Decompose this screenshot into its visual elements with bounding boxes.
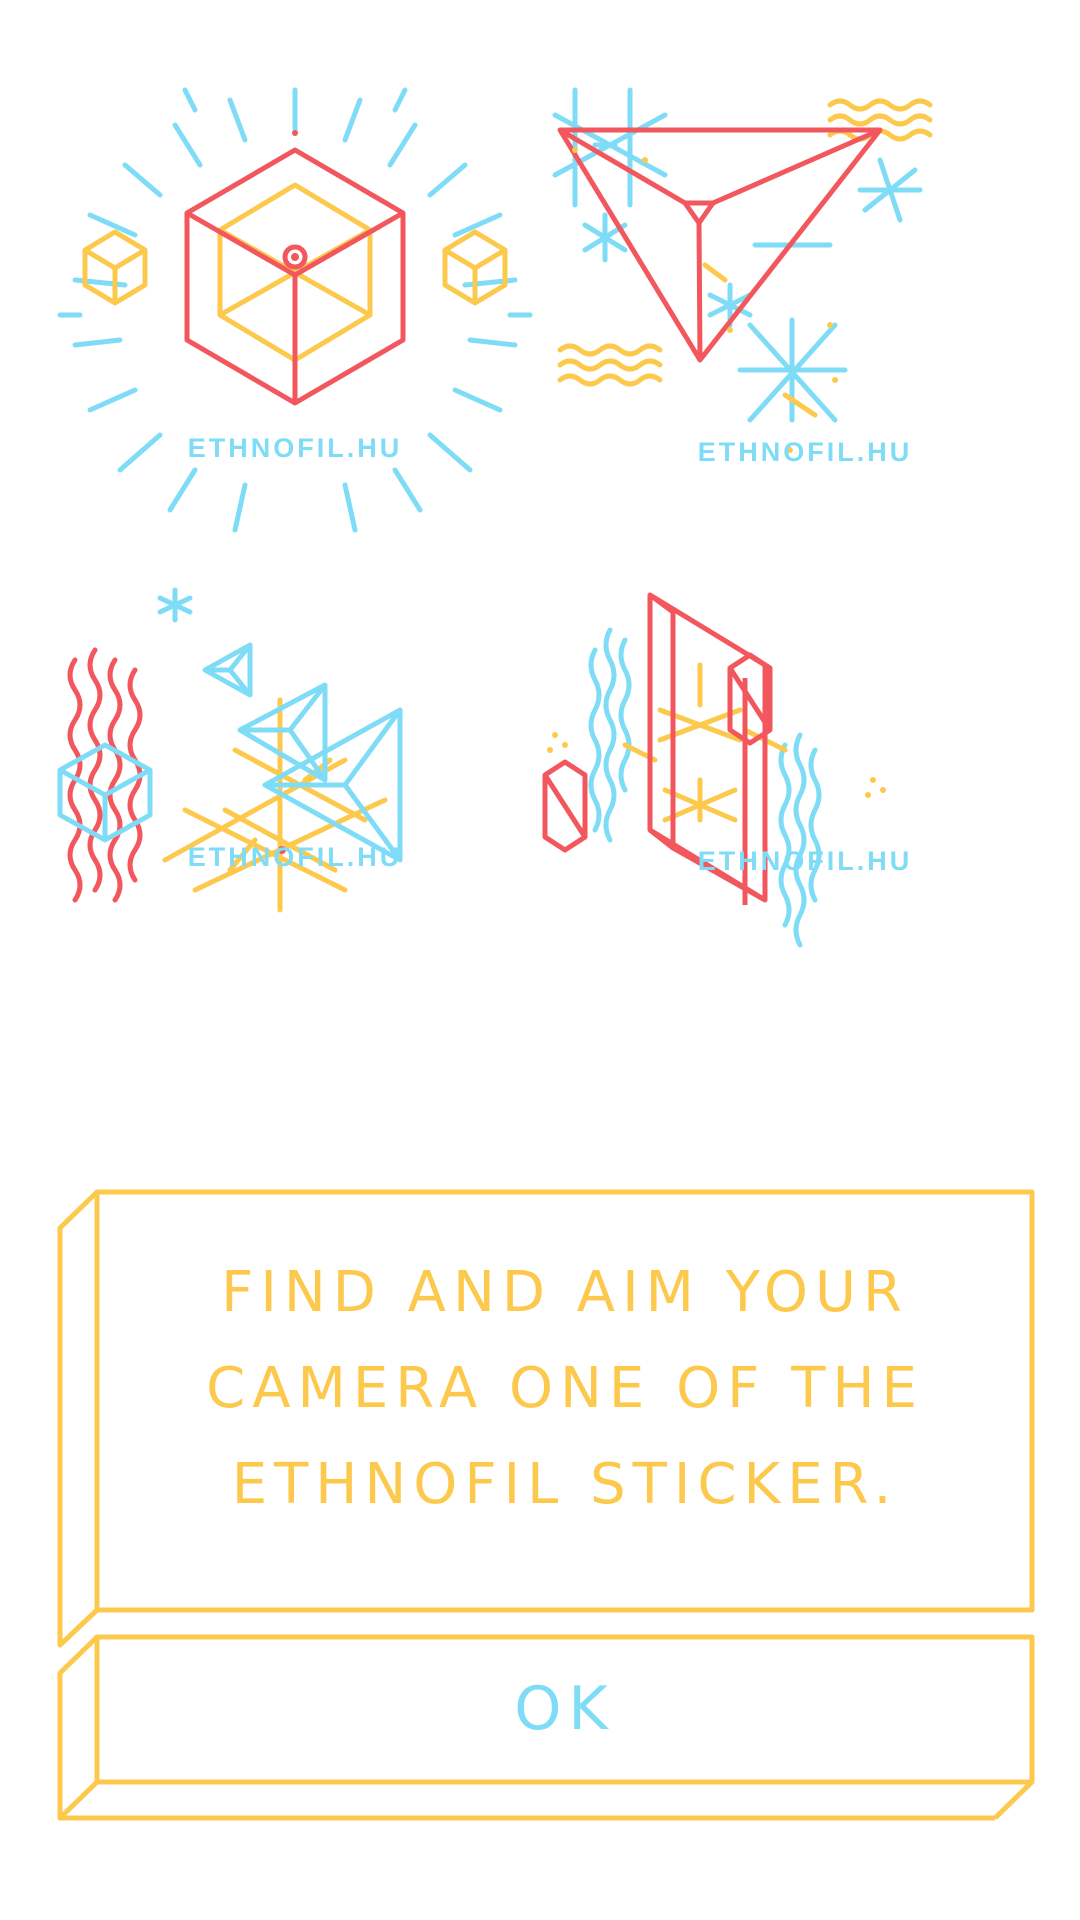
instruction-text: FIND AND AIM YOUR CAMERA ONE OF THE ETHN… xyxy=(100,1245,1030,1533)
sticker-label: ETHNOFIL.HU xyxy=(697,437,913,467)
wave-tetrahedron-icon xyxy=(57,587,403,913)
sticker-wave-tetrahedron: ETHNOFIL.HU xyxy=(45,587,545,1090)
cube-sunburst-icon xyxy=(57,87,533,533)
triangle-snowflake-icon xyxy=(552,87,933,453)
sticker-label: ETHNOFIL.HU xyxy=(187,433,403,463)
sticker-label: ETHNOFIL.HU xyxy=(697,846,913,876)
instruction-line: ETHNOFIL STICKER. xyxy=(231,1452,899,1517)
sticker-triangle-snowflake: ETHNOFIL.HU xyxy=(552,85,1055,585)
sticker-cube-sunburst: ETHNOFIL.HU xyxy=(45,85,545,585)
ok-button[interactable]: OK xyxy=(97,1637,1032,1781)
sticker-label: ETHNOFIL.HU xyxy=(187,842,403,872)
instruction-line: CAMERA ONE OF THE xyxy=(206,1356,924,1421)
crystal-prism-icon xyxy=(542,592,886,948)
sticker-crystal-prism: ETHNOFIL.HU xyxy=(542,590,1055,1090)
instruction-line: FIND AND AIM YOUR xyxy=(221,1260,909,1325)
